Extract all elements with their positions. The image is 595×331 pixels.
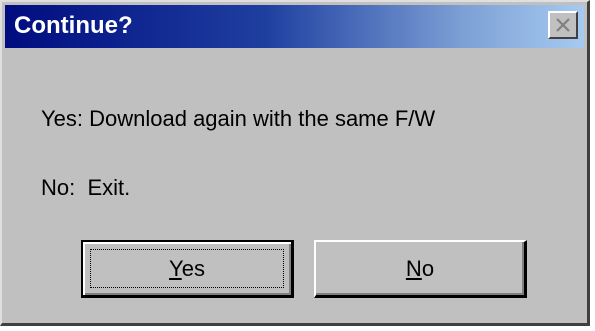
yes-button[interactable]: Yes bbox=[81, 240, 294, 298]
yes-label-rest: es bbox=[181, 255, 205, 281]
yes-button-label: Yes bbox=[169, 256, 205, 282]
no-button-label: No bbox=[406, 256, 434, 282]
message-no: No: Exit. bbox=[41, 175, 131, 200]
continue-dialog: Continue? Yes: Download again with the s… bbox=[0, 0, 590, 326]
dialog-title: Continue? bbox=[14, 12, 133, 39]
no-label-rest: o bbox=[421, 255, 435, 281]
close-button[interactable] bbox=[548, 11, 578, 39]
close-icon bbox=[555, 18, 571, 32]
no-button[interactable]: No bbox=[314, 240, 527, 298]
message-yes: Yes: Download again with the same F/W bbox=[41, 106, 436, 131]
title-bar[interactable]: Continue? bbox=[5, 5, 584, 48]
yes-mnemonic: Y bbox=[169, 255, 182, 281]
no-mnemonic: N bbox=[405, 255, 422, 281]
